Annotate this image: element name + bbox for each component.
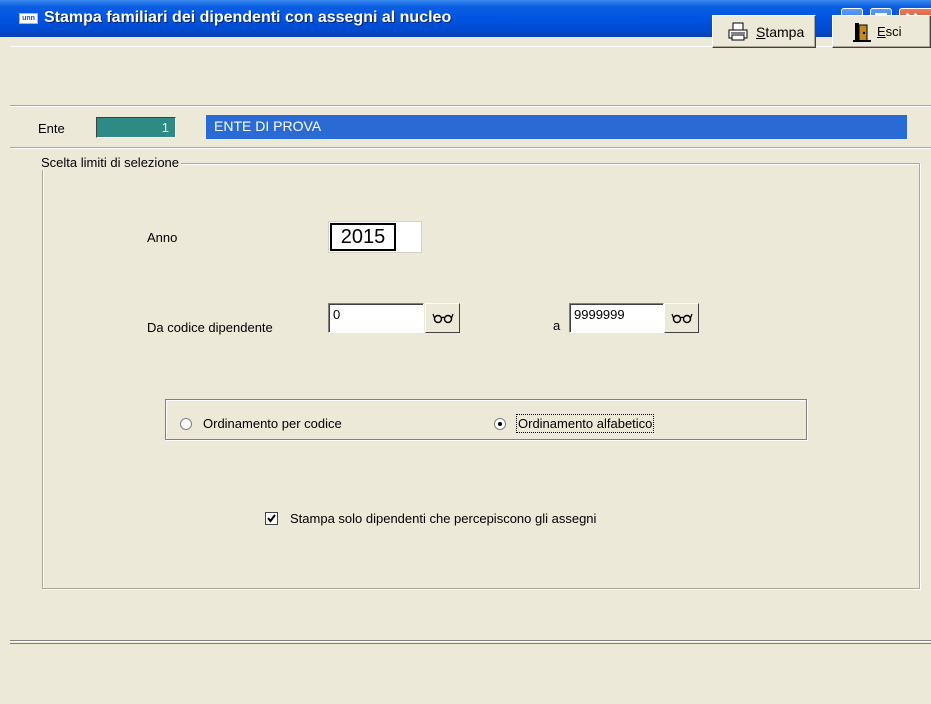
da-codice-lookup-button[interactable] [425, 303, 460, 333]
ente-name-display: ENTE DI PROVA [206, 115, 907, 139]
stampa-button[interactable]: Stampa [712, 15, 816, 48]
toolbar [10, 46, 931, 104]
checkmark-icon [267, 514, 276, 523]
glasses-icon [432, 313, 454, 324]
window-title: Stampa familiari dei dipendenti con asse… [44, 9, 452, 26]
radio-ordinamento-alfabetico-label[interactable]: Ordinamento alfabetico [516, 414, 655, 433]
esci-button[interactable]: Esci [832, 15, 931, 48]
group-title: Scelta limiti di selezione [39, 155, 182, 170]
divider [10, 640, 931, 642]
stampa-solo-label[interactable]: Stampa solo dipendenti che percepiscono … [290, 511, 596, 526]
exit-door-icon [851, 21, 873, 43]
divider [10, 147, 931, 149]
radio-ordinamento-codice-label[interactable]: Ordinamento per codice [203, 416, 342, 431]
radio-selected-dot [498, 422, 502, 426]
ente-code-field[interactable]: 1 [96, 117, 176, 138]
printer-icon [727, 21, 749, 43]
a-codice-lookup-button[interactable] [664, 303, 699, 333]
stampa-solo-checkbox[interactable] [265, 512, 278, 525]
a-codice-label: a [553, 318, 561, 333]
anno-label: Anno [147, 230, 178, 245]
radio-ordinamento-codice[interactable] [180, 418, 192, 430]
da-codice-label: Da codice dipendente [147, 320, 273, 335]
anno-input[interactable]: 2015 [330, 223, 396, 251]
esci-label: Esci [877, 24, 902, 39]
a-codice-input[interactable]: 9999999 [569, 303, 664, 333]
da-codice-input[interactable]: 0 [328, 303, 424, 333]
glasses-icon [671, 313, 693, 324]
radio-ordinamento-alfabetico[interactable] [494, 418, 506, 430]
app-icon: unn [19, 13, 38, 24]
status-bar [10, 643, 931, 704]
stampa-label: Stampa [756, 24, 805, 40]
ente-label: Ente [38, 121, 65, 136]
